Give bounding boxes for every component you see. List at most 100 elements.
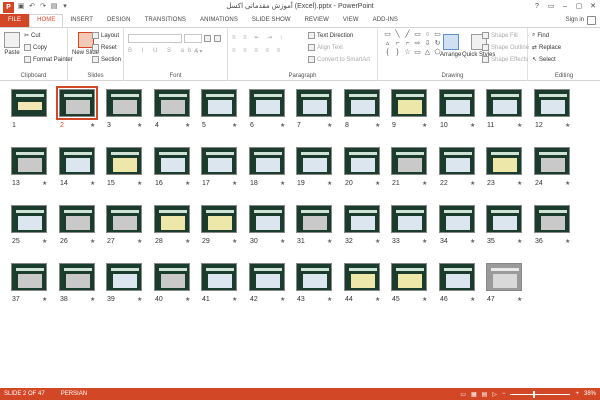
zoom-out-button[interactable]: − — [502, 391, 506, 397]
transition-star-icon[interactable]: ★ — [517, 238, 522, 245]
transition-star-icon[interactable]: ★ — [422, 238, 427, 245]
slide-thumbnail[interactable] — [439, 205, 475, 233]
transition-star-icon[interactable]: ★ — [327, 238, 332, 245]
transition-star-icon[interactable]: ★ — [422, 180, 427, 187]
text-direction-button[interactable]: Text Direction — [308, 32, 353, 39]
transition-star-icon[interactable]: ★ — [517, 180, 522, 187]
transition-star-icon[interactable]: ★ — [422, 122, 427, 129]
slide-thumbnail[interactable] — [344, 205, 380, 233]
shrink-font-button[interactable] — [214, 35, 221, 42]
transition-star-icon[interactable]: ★ — [470, 238, 475, 245]
grow-font-button[interactable] — [204, 35, 211, 42]
slide-thumbnail[interactable] — [391, 147, 427, 175]
customize-qat-icon[interactable]: ▾ — [61, 3, 69, 11]
shape-fill-button[interactable]: Shape Fill — [482, 32, 518, 39]
shape-outline-button[interactable]: Shape Outline — [482, 44, 529, 51]
arrange-button[interactable]: Arrange — [440, 34, 461, 58]
tab-animations[interactable]: ANIMATIONS — [193, 14, 245, 27]
transition-star-icon[interactable]: ★ — [280, 122, 285, 129]
slide-thumbnail[interactable] — [56, 86, 98, 120]
transition-star-icon[interactable]: ★ — [185, 238, 190, 245]
slide-thumbnail[interactable] — [344, 147, 380, 175]
shape-effects-button[interactable]: Shape Effects — [482, 56, 528, 63]
slide-thumbnail[interactable] — [391, 205, 427, 233]
slide-thumbnail[interactable] — [534, 205, 570, 233]
transition-star-icon[interactable]: ★ — [517, 296, 522, 303]
transition-star-icon[interactable]: ★ — [90, 122, 95, 129]
slide-thumbnail[interactable] — [534, 89, 570, 117]
slide-thumbnail[interactable] — [11, 263, 47, 291]
paste-button[interactable]: Paste — [4, 32, 20, 56]
help-icon[interactable]: ? — [530, 0, 544, 14]
slide-thumbnail[interactable] — [59, 263, 95, 291]
select-button[interactable]: ↖ Select — [532, 56, 556, 64]
tab-insert[interactable]: INSERT — [63, 14, 100, 27]
slide-thumbnail[interactable] — [154, 89, 190, 117]
slide-thumbnail[interactable] — [439, 89, 475, 117]
slide-thumbnail[interactable] — [296, 263, 332, 291]
slide-show-icon[interactable]: ▷ — [492, 391, 497, 398]
slide-thumbnail[interactable] — [486, 263, 522, 291]
slide-thumbnail[interactable] — [249, 147, 285, 175]
transition-star-icon[interactable]: ★ — [422, 296, 427, 303]
slide-thumbnail[interactable] — [486, 89, 522, 117]
transition-star-icon[interactable]: ★ — [90, 180, 95, 187]
slide-thumbnail[interactable] — [296, 205, 332, 233]
minimize-button[interactable]: – — [558, 0, 572, 14]
undo-icon[interactable]: ↶ — [28, 3, 36, 11]
tab-view[interactable]: VIEW — [336, 14, 366, 27]
transition-star-icon[interactable]: ★ — [327, 180, 332, 187]
shapes-gallery[interactable]: ▭ ╲ ╱ ▭ ○ ▭ ▵ ⌐ ⌐ ⇨ ⇩ ↻ {} ☆ ▭ △ ⬠ — [383, 31, 441, 65]
slide-thumbnail[interactable] — [154, 263, 190, 291]
save-icon[interactable]: ▣ — [17, 3, 25, 11]
layout-button[interactable]: Layout — [92, 32, 119, 39]
transition-star-icon[interactable]: ★ — [90, 296, 95, 303]
transition-star-icon[interactable]: ★ — [232, 238, 237, 245]
transition-star-icon[interactable]: ★ — [375, 296, 380, 303]
tab-transitions[interactable]: TRANSITIONS — [138, 14, 193, 27]
transition-star-icon[interactable]: ★ — [280, 180, 285, 187]
slide-thumbnail[interactable] — [296, 89, 332, 117]
tab-review[interactable]: REVIEW — [298, 14, 336, 27]
slide-thumbnail[interactable] — [486, 205, 522, 233]
copy-button[interactable]: Copy — [24, 44, 47, 51]
align-text-button[interactable]: Align Text — [308, 44, 343, 51]
slide-sorter-view-icon[interactable]: ▦ — [471, 391, 477, 398]
slide-thumbnail[interactable] — [344, 89, 380, 117]
align-buttons[interactable]: ≡ ≡ ≡ ≡ ≡ — [232, 48, 283, 54]
transition-star-icon[interactable]: ★ — [375, 238, 380, 245]
tab-home[interactable]: HOME — [29, 14, 64, 27]
slide-thumbnail[interactable] — [391, 263, 427, 291]
replace-button[interactable]: ⇄ Replace — [532, 44, 561, 52]
slide-thumbnail[interactable] — [59, 205, 95, 233]
font-format-buttons[interactable]: B I U S abc — [128, 48, 202, 54]
transition-star-icon[interactable]: ★ — [280, 238, 285, 245]
slide-thumbnail[interactable] — [201, 147, 237, 175]
transition-star-icon[interactable]: ★ — [565, 238, 570, 245]
slide-thumbnail[interactable] — [154, 147, 190, 175]
tab-file[interactable]: FILE — [0, 14, 30, 27]
transition-star-icon[interactable]: ★ — [185, 122, 190, 129]
find-button[interactable]: ⌕ Find — [532, 32, 549, 39]
transition-star-icon[interactable]: ★ — [185, 180, 190, 187]
slide-thumbnail[interactable] — [344, 263, 380, 291]
slide-thumbnail[interactable] — [201, 263, 237, 291]
transition-star-icon[interactable]: ★ — [470, 122, 475, 129]
tab-design[interactable]: DESIGN — [100, 14, 138, 27]
font-size-box[interactable] — [184, 34, 202, 43]
font-color-button[interactable]: A ▾ — [194, 48, 202, 55]
zoom-slider[interactable] — [510, 390, 571, 398]
font-name-box[interactable] — [128, 34, 182, 43]
tab-add-ins[interactable]: ADD-INS — [366, 14, 405, 27]
transition-star-icon[interactable]: ★ — [565, 180, 570, 187]
redo-icon[interactable]: ↷ — [39, 3, 47, 11]
transition-star-icon[interactable]: ★ — [375, 122, 380, 129]
transition-star-icon[interactable]: ★ — [90, 238, 95, 245]
maximize-button[interactable]: ▢ — [572, 0, 586, 14]
transition-star-icon[interactable]: ★ — [232, 296, 237, 303]
transition-star-icon[interactable]: ★ — [185, 296, 190, 303]
transition-star-icon[interactable]: ★ — [517, 122, 522, 129]
slide-thumbnail[interactable] — [11, 147, 47, 175]
slide-thumbnail[interactable] — [59, 147, 95, 175]
slide-thumbnail[interactable] — [534, 147, 570, 175]
